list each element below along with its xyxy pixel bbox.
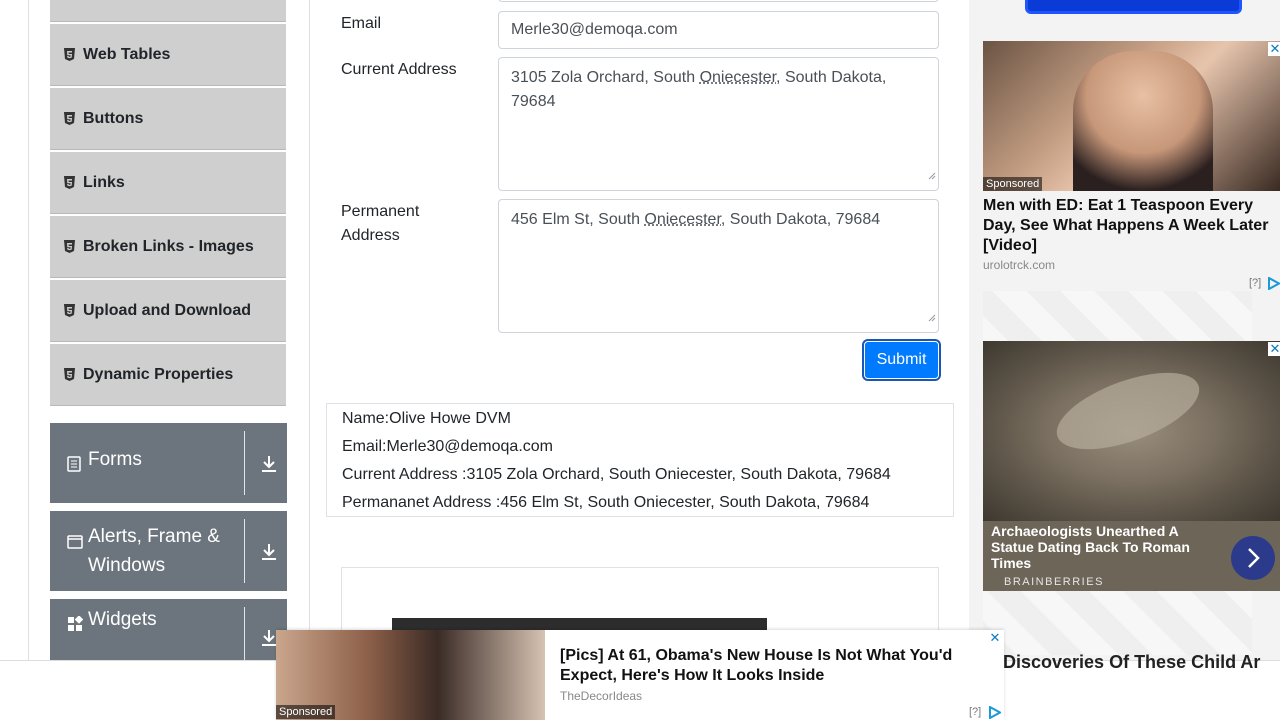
resize-handle-icon[interactable] <box>928 164 936 188</box>
adchoices-icon[interactable] <box>1267 276 1280 295</box>
sidebar-item-dynamic-properties[interactable]: Dynamic Properties <box>50 344 286 406</box>
ad2-title[interactable]: Archaeologists Unearthed A Statue Dating… <box>991 523 1221 571</box>
output-current-address: Current Address :3105 Zola Orchard, Sout… <box>342 466 891 483</box>
bottom-ad-source[interactable]: TheDecorIdeas <box>560 689 642 703</box>
sidebar-item-label: Buttons <box>83 109 144 127</box>
chevron-right-icon[interactable] <box>1231 536 1275 580</box>
output-email: Email:Merle30@demoqa.com <box>342 438 553 455</box>
html5-icon <box>64 239 76 254</box>
adchoices-label[interactable]: [?] <box>969 706 981 718</box>
divider <box>244 607 245 660</box>
html5-icon <box>64 367 76 382</box>
sidebar-item-label: Web Tables <box>83 45 171 63</box>
right-bottom-text[interactable]: Discoveries Of These Child Ar <box>1003 652 1260 673</box>
html5-icon <box>64 47 76 62</box>
output-panel: Name:Olive Howe DVM Email:Merle30@demoqa… <box>326 403 954 517</box>
form-icon <box>67 452 83 481</box>
permanent-address-value: 456 Elm St, South Oniecester, South Dako… <box>511 211 881 228</box>
output-name: Name:Olive Howe DVM <box>342 410 511 427</box>
divider <box>244 519 245 583</box>
ad1-source[interactable]: urolotrck.com <box>983 258 1055 272</box>
sponsored-label: Sponsored <box>983 177 1043 191</box>
adchoices-icon[interactable] <box>988 705 1003 720</box>
download-icon[interactable] <box>261 543 277 566</box>
group-widgets[interactable]: Widgets <box>50 599 287 660</box>
adchoices-label[interactable]: [?] <box>1249 277 1261 289</box>
sidebar-item-buttons[interactable]: Buttons <box>50 88 286 150</box>
permanent-address-field[interactable]: 456 Elm St, South Oniecester, South Dako… <box>498 199 939 333</box>
bottom-ad-title[interactable]: [Pics] At 61, Obama's New House Is Not W… <box>560 646 980 686</box>
download-icon[interactable] <box>261 629 277 652</box>
sidebar-item-label: Broken Links - Images <box>83 237 254 255</box>
sponsored-label: Sponsored <box>276 705 336 719</box>
sidebar-item-broken-links[interactable]: Broken Links - Images <box>50 216 286 278</box>
group-forms[interactable]: Forms <box>50 423 287 503</box>
page: Web Tables Buttons Links Broken Links - … <box>0 0 1280 720</box>
resize-handle-icon[interactable] <box>928 306 936 330</box>
ad2-brand: BRAINBERRIES <box>1004 576 1104 588</box>
group-alerts-frame-windows[interactable]: Alerts, Frame & Windows <box>50 511 287 591</box>
permanent-address-label: Permanent Address <box>341 203 420 244</box>
sidebar-item-web-tables[interactable]: Web Tables <box>50 24 286 86</box>
widgets-icon <box>67 612 84 641</box>
sidebar-item-label: Links <box>83 173 125 191</box>
ad1-title[interactable]: Men with ED: Eat 1 Teaspoon Every Day, S… <box>983 196 1280 256</box>
close-icon[interactable]: ✕ <box>1268 342 1280 356</box>
sidebar-item-links[interactable]: Links <box>50 152 286 214</box>
divider <box>244 431 245 495</box>
close-icon[interactable]: ✕ <box>988 631 1002 645</box>
download-icon[interactable] <box>261 455 277 478</box>
close-icon[interactable]: ✕ <box>1268 42 1280 56</box>
email-value: Merle30@demoqa.com <box>511 21 678 38</box>
submit-button[interactable]: Submit <box>864 341 939 379</box>
group-label: Forms <box>88 449 142 470</box>
current-address-value: 3105 Zola Orchard, South Oniecester, Sou… <box>511 69 887 110</box>
email-field[interactable]: Merle30@demoqa.com <box>498 11 939 49</box>
sidebar-item-upload-download[interactable]: Upload and Download <box>50 280 286 342</box>
html5-icon <box>64 175 76 190</box>
sidebar-item-label: Upload and Download <box>83 301 251 319</box>
current-address-label: Current Address <box>341 61 457 78</box>
group-label: Alerts, Frame & Windows <box>88 526 220 576</box>
current-address-field[interactable]: 3105 Zola Orchard, South Oniecester, Sou… <box>498 57 939 191</box>
ad-button[interactable] <box>1025 0 1242 14</box>
ad1-image[interactable] <box>983 41 1280 191</box>
window-icon <box>67 529 83 558</box>
email-label: Email <box>341 15 382 32</box>
ad2-image[interactable] <box>983 341 1280 521</box>
html5-icon <box>64 303 76 318</box>
sidebar-item-partial[interactable] <box>50 0 286 22</box>
group-label: Widgets <box>88 608 157 630</box>
sidebar-item-label: Dynamic Properties <box>83 365 234 383</box>
previous-field[interactable] <box>498 0 939 2</box>
output-permanent-address: Permananet Address :456 Elm St, South On… <box>342 494 870 511</box>
html5-icon <box>64 111 76 126</box>
